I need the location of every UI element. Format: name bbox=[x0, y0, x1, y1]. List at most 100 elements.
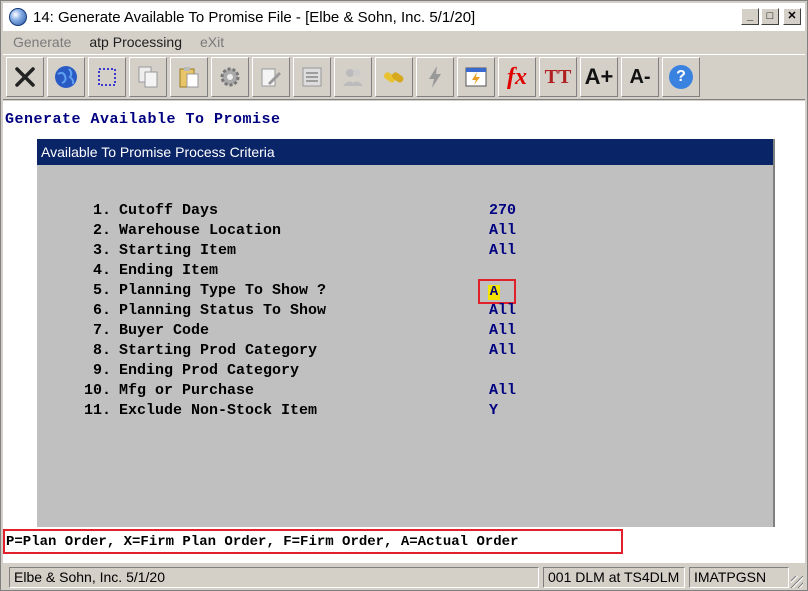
criteria-label: Ending Prod Category bbox=[119, 362, 300, 379]
help-icon: ? bbox=[669, 65, 693, 89]
toolbar: fx TT A+ A- ? bbox=[3, 54, 805, 100]
criteria-row-ending-prod-category[interactable]: 9. Ending Prod Category bbox=[37, 362, 775, 382]
link-tool-button[interactable] bbox=[375, 57, 413, 97]
list-icon bbox=[302, 67, 322, 87]
menu-exit[interactable]: eXit bbox=[200, 34, 224, 50]
criteria-number: 10. bbox=[83, 382, 111, 399]
font-decrease-icon: A- bbox=[629, 65, 651, 88]
criteria-value[interactable]: All bbox=[489, 382, 516, 399]
help-tool-button[interactable]: ? bbox=[662, 57, 700, 97]
criteria-label: Warehouse Location bbox=[119, 222, 282, 239]
list-tool-button[interactable] bbox=[293, 57, 331, 97]
criteria-label: Mfg or Purchase bbox=[119, 382, 255, 399]
font-size-tool-button[interactable]: TT bbox=[539, 57, 577, 97]
main-content: Generate Available To Promise Available … bbox=[3, 101, 805, 563]
minimize-button[interactable]: _ bbox=[741, 8, 759, 25]
page-title: Generate Available To Promise bbox=[5, 111, 281, 128]
criteria-value[interactable]: All bbox=[489, 242, 516, 259]
criteria-row-buyer-code[interactable]: 7. Buyer Code All bbox=[37, 322, 775, 342]
run-tool-button[interactable] bbox=[416, 57, 454, 97]
calendar-icon bbox=[465, 67, 487, 87]
status-company: Elbe & Sohn, Inc. 5/1/20 bbox=[9, 566, 539, 588]
users-icon bbox=[343, 69, 363, 86]
application-window: 14: Generate Available To Promise File -… bbox=[0, 0, 808, 591]
criteria-number: 3. bbox=[92, 242, 111, 259]
maximize-button[interactable]: □ bbox=[761, 8, 779, 25]
planning-type-input[interactable]: A bbox=[478, 279, 516, 304]
criteria-label: Planning Type To Show ? bbox=[119, 282, 327, 299]
criteria-row-cutoff-days[interactable]: 1. Cutoff Days 270 bbox=[37, 202, 775, 222]
lightning-icon bbox=[429, 66, 441, 88]
close-tool-button[interactable] bbox=[6, 57, 44, 97]
globe-tool-button[interactable] bbox=[47, 57, 85, 97]
criteria-number: 7. bbox=[92, 322, 111, 339]
calendar-tool-button[interactable] bbox=[457, 57, 495, 97]
font-increase-icon: A+ bbox=[584, 64, 614, 89]
copy-tool-button[interactable] bbox=[129, 57, 167, 97]
criteria-number: 9. bbox=[92, 362, 111, 379]
criteria-number: 11. bbox=[83, 402, 111, 419]
criteria-number: 8. bbox=[92, 342, 111, 359]
field-hint: P=Plan Order, X=Firm Plan Order, F=Firm … bbox=[3, 529, 623, 554]
users-tool-button[interactable] bbox=[334, 57, 372, 97]
paste-tool-button[interactable] bbox=[170, 57, 208, 97]
title-bar[interactable]: 14: Generate Available To Promise File -… bbox=[3, 3, 805, 31]
criteria-label: Buyer Code bbox=[119, 322, 210, 339]
criteria-row-starting-item[interactable]: 3. Starting Item All bbox=[37, 242, 775, 262]
criteria-value[interactable]: 270 bbox=[489, 202, 516, 219]
criteria-label: Exclude Non-Stock Item bbox=[119, 402, 318, 419]
criteria-label: Starting Item bbox=[119, 242, 237, 259]
font-decrease-tool-button[interactable]: A- bbox=[621, 57, 659, 97]
menu-atp-processing[interactable]: atp Processing bbox=[89, 34, 182, 50]
criteria-number: 2. bbox=[92, 222, 111, 239]
window-title: 14: Generate Available To Promise File -… bbox=[33, 8, 476, 26]
criteria-list: 1. Cutoff Days 270 2. Warehouse Location… bbox=[37, 202, 775, 422]
criteria-value[interactable]: Y bbox=[489, 402, 498, 419]
criteria-number: 6. bbox=[92, 302, 111, 319]
criteria-panel: Available To Promise Process Criteria 1.… bbox=[37, 139, 775, 527]
criteria-row-planning-status[interactable]: 6. Planning Status To Show All bbox=[37, 302, 775, 322]
criteria-row-exclude-non-stock[interactable]: 11. Exclude Non-Stock Item Y bbox=[37, 402, 775, 422]
settings-tool-button[interactable] bbox=[211, 57, 249, 97]
font-increase-tool-button[interactable]: A+ bbox=[580, 57, 618, 97]
criteria-row-ending-item[interactable]: 4. Ending Item bbox=[37, 262, 775, 282]
status-program: IMATPGSN bbox=[689, 566, 789, 588]
panel-title: Available To Promise Process Criteria bbox=[37, 139, 773, 165]
select-tool-button[interactable] bbox=[88, 57, 126, 97]
window-controls: _ □ ✕ bbox=[741, 8, 801, 25]
criteria-number: 4. bbox=[92, 262, 111, 279]
criteria-value[interactable]: All bbox=[489, 222, 516, 239]
resize-grip-icon[interactable] bbox=[791, 576, 803, 588]
function-tool-button[interactable]: fx bbox=[498, 57, 536, 97]
criteria-row-planning-type[interactable]: 5. Planning Type To Show ? A bbox=[37, 279, 775, 304]
globe-icon bbox=[55, 66, 77, 88]
criteria-number: 5. bbox=[92, 282, 111, 299]
planning-type-value[interactable]: A bbox=[488, 285, 500, 300]
close-button[interactable]: ✕ bbox=[783, 8, 801, 25]
criteria-label: Planning Status To Show bbox=[119, 302, 327, 319]
font-size-icon: TT bbox=[544, 65, 572, 88]
function-icon: fx bbox=[507, 63, 527, 90]
status-session: 001 DLM at TS4DLM bbox=[543, 566, 685, 588]
copy-icon bbox=[138, 66, 158, 88]
criteria-row-warehouse-location[interactable]: 2. Warehouse Location All bbox=[37, 222, 775, 242]
link-icon bbox=[383, 72, 404, 83]
edit-icon bbox=[261, 68, 281, 87]
criteria-label: Starting Prod Category bbox=[119, 342, 318, 359]
criteria-label: Ending Item bbox=[119, 262, 219, 279]
menu-generate[interactable]: Generate bbox=[13, 34, 71, 50]
app-globe-icon[interactable] bbox=[9, 8, 27, 26]
criteria-value[interactable]: All bbox=[489, 342, 516, 359]
criteria-number: 1. bbox=[92, 202, 111, 219]
select-box-icon bbox=[98, 68, 116, 86]
criteria-label: Cutoff Days bbox=[119, 202, 219, 219]
criteria-row-mfg-or-purchase[interactable]: 10. Mfg or Purchase All bbox=[37, 382, 775, 402]
close-x-icon bbox=[15, 67, 35, 87]
status-bar: Elbe & Sohn, Inc. 5/1/20 001 DLM at TS4D… bbox=[3, 564, 805, 590]
menu-bar: Generate atp Processing eXit bbox=[3, 32, 805, 52]
criteria-row-starting-prod-category[interactable]: 8. Starting Prod Category All bbox=[37, 342, 775, 362]
gear-icon bbox=[220, 67, 240, 87]
criteria-value[interactable]: All bbox=[489, 322, 516, 339]
criteria-value[interactable]: All bbox=[489, 302, 516, 319]
edit-tool-button[interactable] bbox=[252, 57, 290, 97]
